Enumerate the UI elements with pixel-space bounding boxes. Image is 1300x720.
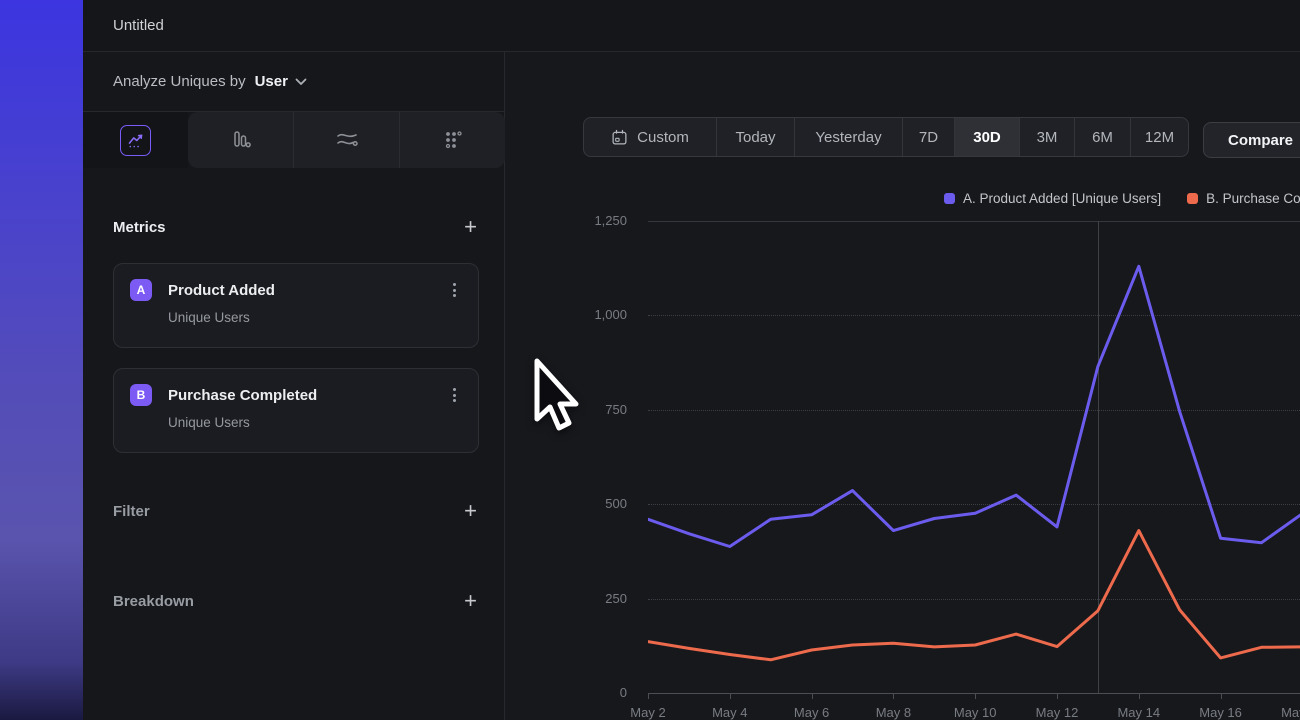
- chart-type-tabs: [83, 112, 505, 168]
- y-axis-label: 0: [505, 685, 627, 700]
- metrics-header: Metrics +: [113, 212, 479, 242]
- y-axis-label: 750: [505, 402, 627, 417]
- grid-dots-icon: [442, 129, 464, 151]
- analyze-row: Analyze Uniques by User: [83, 52, 504, 112]
- analyze-by-select[interactable]: User: [255, 73, 307, 90]
- line-chart[interactable]: 1,250 1,000 750 500 250 0 May 2 May 4 May 6 May 8…: [505, 52, 1300, 720]
- tab-line-chart[interactable]: [83, 112, 188, 168]
- gridline-0: [648, 693, 1300, 694]
- add-metric-button[interactable]: +: [462, 217, 479, 237]
- add-filter-button[interactable]: +: [462, 501, 479, 521]
- y-axis-label: 1,250: [505, 213, 627, 228]
- filter-header: Filter +: [113, 496, 479, 526]
- metric-subtitle[interactable]: Unique Users: [168, 310, 460, 325]
- x-axis-label: May 8: [863, 705, 923, 720]
- filter-label: Filter: [113, 503, 150, 520]
- x-axis-tick: [1057, 693, 1058, 699]
- metric-badge-a: A: [130, 279, 152, 301]
- x-axis-label: May 2: [618, 705, 678, 720]
- chart-panel: Custom Today Yesterday 7D 30D 3M 6M 12M …: [505, 52, 1300, 720]
- x-axis-label: May 12: [1027, 705, 1087, 720]
- y-axis-label: 500: [505, 496, 627, 511]
- metrics-label: Metrics: [113, 219, 166, 236]
- page-title: Untitled: [113, 17, 164, 34]
- x-axis-tick: [812, 693, 813, 699]
- line-chart-icon: [120, 125, 151, 156]
- y-axis-label: 1,000: [505, 307, 627, 322]
- x-axis-tick: [730, 693, 731, 699]
- add-breakdown-button[interactable]: +: [462, 591, 479, 611]
- tab-grid[interactable]: [399, 112, 505, 168]
- breakdown-header: Breakdown +: [113, 586, 479, 616]
- metric-card-a[interactable]: A Product Added Unique Users: [113, 263, 479, 348]
- series-line-a[interactable]: [648, 266, 1300, 546]
- x-axis-label: May 6: [782, 705, 842, 720]
- metric-menu-button[interactable]: [449, 384, 460, 406]
- bar-chart-icon: [230, 129, 252, 151]
- metric-card-b[interactable]: B Purchase Completed Unique Users: [113, 368, 479, 453]
- left-accent-strip: [0, 0, 83, 720]
- flow-icon: [335, 129, 359, 151]
- metric-name: Product Added: [168, 282, 433, 299]
- analyze-label: Analyze Uniques by: [113, 73, 246, 90]
- metric-name: Purchase Completed: [168, 387, 433, 404]
- x-axis-tick: [1139, 693, 1140, 699]
- series-line-b[interactable]: [648, 531, 1300, 660]
- metric-badge-b: B: [130, 384, 152, 406]
- series-svg: [648, 221, 1300, 693]
- x-axis-label: May 4: [700, 705, 760, 720]
- tab-flow[interactable]: [293, 112, 399, 168]
- x-axis-tick: [893, 693, 894, 699]
- metric-subtitle[interactable]: Unique Users: [168, 415, 460, 430]
- tab-group: [188, 112, 505, 168]
- x-axis-tick: [648, 693, 649, 699]
- x-axis-label: May 18: [1272, 705, 1300, 720]
- chevron-down-icon: [295, 78, 307, 86]
- x-axis-label: May 10: [945, 705, 1005, 720]
- header: Untitled: [83, 0, 1300, 52]
- sidebar: Analyze Uniques by User: [83, 52, 505, 720]
- x-axis-label: May 16: [1191, 705, 1251, 720]
- y-axis-label: 250: [505, 591, 627, 606]
- tab-bar-chart[interactable]: [188, 112, 293, 168]
- x-axis-label: May 14: [1109, 705, 1169, 720]
- x-axis-tick: [975, 693, 976, 699]
- x-axis-tick: [1221, 693, 1222, 699]
- analyze-by-value: User: [255, 73, 288, 90]
- metric-menu-button[interactable]: [449, 279, 460, 301]
- breakdown-label: Breakdown: [113, 593, 194, 610]
